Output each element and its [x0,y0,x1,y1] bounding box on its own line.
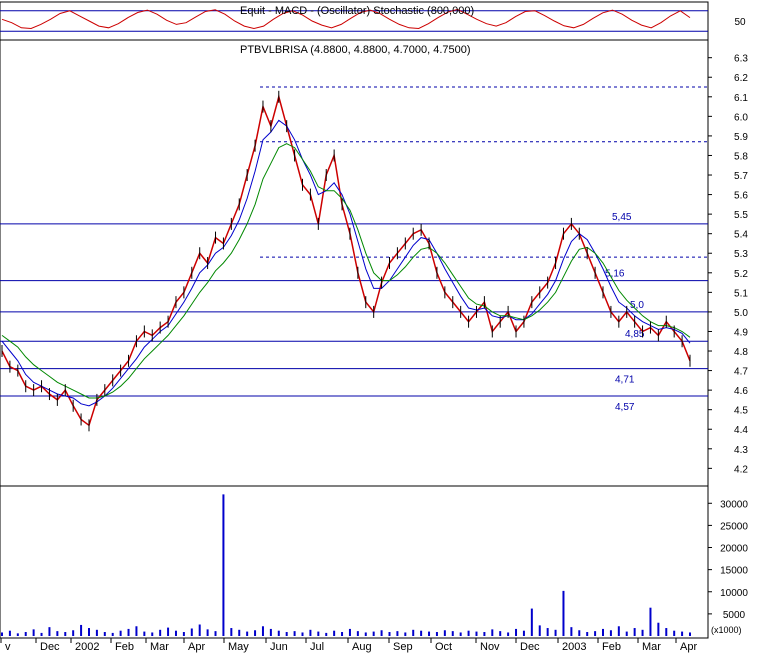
volume-y-tick: 5000 [723,610,746,621]
volume-y-tick: 20000 [720,544,748,555]
x-axis-label: Mar [150,641,169,653]
x-axis-label: 2002 [75,641,99,653]
x-axis-label: Jul [310,641,324,653]
x-axis-label: Apr [188,641,205,653]
price-y-tick: 5.8 [734,151,748,162]
price-y-tick: 4.6 [734,386,748,397]
level-label-5: 4,57 [615,402,635,413]
x-axis-label: Nov [480,641,500,653]
x-axis-label: Dec [520,641,540,653]
price-y-tick: 5.5 [734,210,748,221]
price-y-tick: 5.2 [734,269,748,280]
volume-y-tick: 25000 [720,521,748,532]
price-title: PTBVLBRISA (4.8800, 4.8800, 4.7000, 4.75… [240,44,471,56]
price-y-tick: 6.2 [734,73,748,84]
price-y-tick: 5.9 [734,132,748,143]
volume-unit-label: (x1000) [711,625,742,635]
x-axis-label: Sep [393,641,413,653]
volume-panel: 5000 10000 15000 20000 25000 30000 (x1000) [0,485,748,639]
price-panel: PTBVLBRISA (4.8800, 4.8800, 4.7000, 4.75… [0,39,748,487]
x-axis-label: Feb [115,641,134,653]
chart-canvas: Equit - MACD - (Oscillator) Stochastic (… [0,0,759,653]
x-axis-label: Aug [352,641,372,653]
x-axis-label: v [5,641,11,653]
volume-y-tick: 30000 [720,499,748,510]
price-y-tick: 5.6 [734,191,748,202]
x-axis-label: May [228,641,249,653]
price-y-tick: 5.3 [734,249,748,260]
price-y-tick: 4.4 [734,425,748,436]
price-y-tick: 4.7 [734,367,748,378]
price-y-tick: 5.0 [734,308,748,319]
price-y-tick: 5.1 [734,288,748,299]
price-y-tick: 6.0 [734,112,748,123]
level-label-4: 4,71 [615,375,635,386]
volume-y-tick: 15000 [720,566,748,577]
price-y-tick: 4.5 [734,406,748,417]
x-axis-label: Feb [602,641,621,653]
price-y-tick: 4.3 [734,445,748,456]
x-axis-label: 2003 [562,641,586,653]
level-label-0: 5,45 [612,212,632,223]
price-y-tick: 4.2 [734,464,748,475]
price-y-tick: 5.4 [734,230,748,241]
level-label-1: 5,16 [605,269,625,280]
volume-y-tick: 10000 [720,588,748,599]
oscillator-title: Equit - MACD - (Oscillator) Stochastic (… [240,5,474,17]
x-axis-label: Jun [270,641,288,653]
oscillator-y-tick: 50 [734,17,746,28]
x-axis-label: Apr [680,641,697,653]
price-y-tick: 4.8 [734,347,748,358]
x-axis-label: Mar [642,641,661,653]
oscillator-panel: Equit - MACD - (Oscillator) Stochastic (… [0,1,746,41]
price-y-tick: 5.7 [734,171,748,182]
price-y-tick: 6.3 [734,54,748,65]
price-y-tick: 4.9 [734,327,748,338]
x-axis-label: Oct [435,641,452,653]
stock-chart: Equit - MACD - (Oscillator) Stochastic (… [0,0,759,653]
x-axis-label: Dec [40,641,60,653]
price-y-tick: 6.1 [734,93,748,104]
